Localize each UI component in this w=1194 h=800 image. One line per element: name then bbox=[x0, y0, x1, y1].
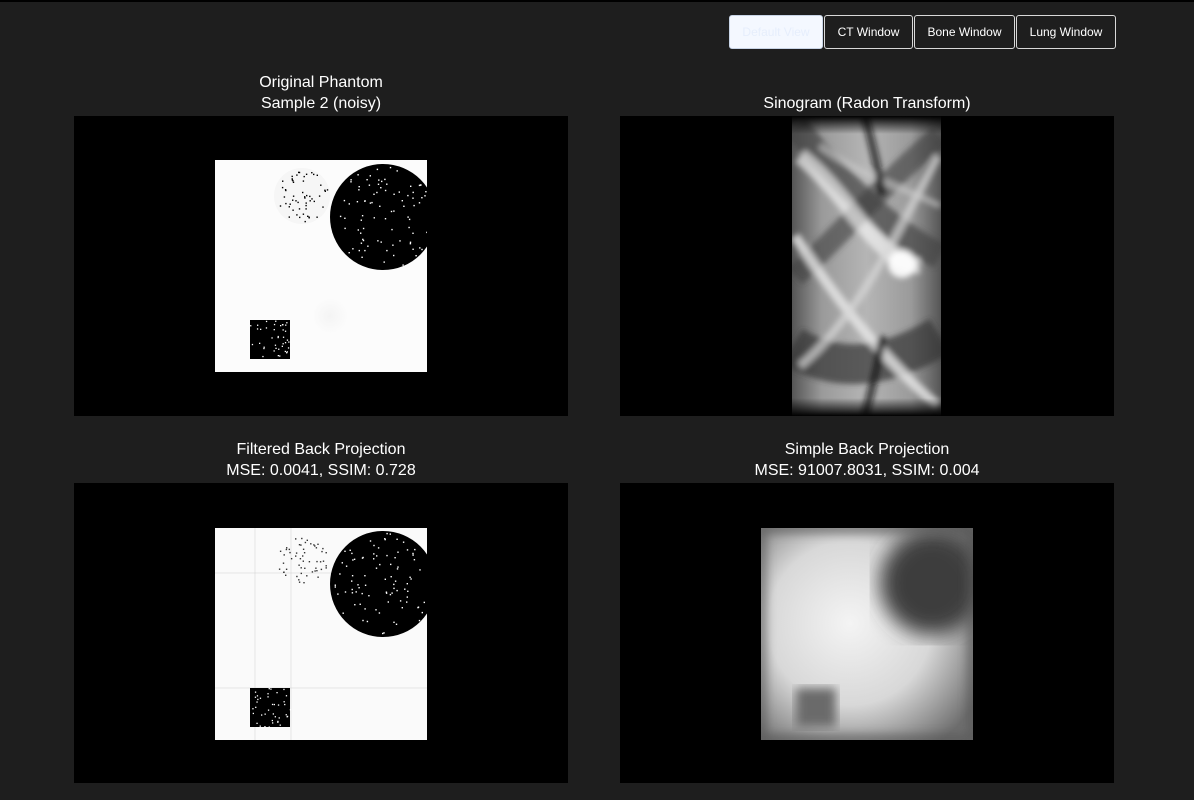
fbp-title-block: Filtered Back Projection MSE: 0.0041, SS… bbox=[74, 439, 568, 481]
fbp-panel bbox=[74, 483, 568, 783]
original-phantom-panel bbox=[74, 116, 568, 416]
fbp-title: Filtered Back Projection bbox=[236, 441, 406, 458]
original-phantom-subtitle: Sample 2 (noisy) bbox=[260, 95, 382, 112]
sinogram-panel bbox=[620, 116, 1114, 416]
default-view-button[interactable]: Default View bbox=[729, 15, 823, 49]
ct-window-button[interactable]: CT Window bbox=[824, 15, 913, 49]
sbp-title-block: Simple Back Projection MSE: 91007.8031, … bbox=[620, 439, 1114, 481]
original-phantom-image bbox=[215, 160, 427, 372]
original-phantom-title-block: Original Phantom Sample 2 (noisy) bbox=[74, 72, 568, 114]
lung-window-button[interactable]: Lung Window bbox=[1016, 15, 1116, 49]
sbp-image bbox=[761, 528, 973, 740]
sinogram-title-block: Sinogram (Radon Transform) bbox=[620, 93, 1114, 114]
fbp-metrics: MSE: 0.0041, SSIM: 0.728 bbox=[226, 462, 416, 479]
sbp-panel bbox=[620, 483, 1114, 783]
sbp-metrics: MSE: 91007.8031, SSIM: 0.004 bbox=[754, 462, 980, 479]
sinogram-title: Sinogram (Radon Transform) bbox=[763, 95, 971, 112]
sbp-title: Simple Back Projection bbox=[784, 441, 950, 458]
sinogram-image bbox=[792, 116, 941, 416]
fbp-image bbox=[215, 528, 427, 740]
bone-window-button[interactable]: Bone Window bbox=[914, 15, 1015, 49]
window-preset-toolbar: Default View CT Window Bone Window Lung … bbox=[729, 15, 1117, 49]
original-phantom-title: Original Phantom bbox=[259, 74, 383, 91]
